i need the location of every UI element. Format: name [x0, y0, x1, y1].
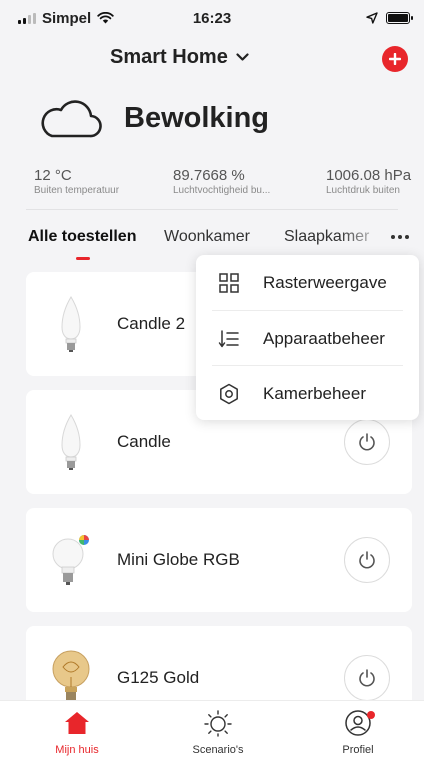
notification-dot [367, 711, 375, 719]
candle-bulb-icon [48, 292, 94, 356]
wifi-icon [97, 12, 114, 24]
home-name: Smart Home [110, 46, 228, 68]
status-left: Simpel [18, 10, 114, 27]
divider [26, 209, 398, 210]
carrier-name: Simpel [42, 9, 92, 27]
home-selector[interactable]: Smart Home [110, 46, 249, 69]
device-name: G125 Gold [117, 668, 200, 687]
tabbar-label: Scenario's [192, 744, 244, 756]
globe-rgb-bulb-icon [48, 528, 94, 592]
menu-item-label: Apparaatbeheer [263, 328, 385, 348]
profile-icon [308, 709, 408, 737]
power-button[interactable] [344, 419, 390, 465]
tabs-fade [340, 224, 386, 254]
chevron-down-icon [236, 53, 249, 61]
stat-label: Luchtdruk buiten [326, 185, 400, 196]
stat-value: 12 °C [34, 167, 72, 184]
stat-temperature: 12 °C Buiten temperatuur [34, 167, 119, 196]
power-icon [359, 433, 375, 451]
device-name: Candle [117, 432, 171, 451]
weather-condition: Bewolking [124, 101, 270, 134]
plus-icon [389, 53, 401, 65]
menu-item-label: Kamerbeheer [263, 383, 367, 403]
power-icon [359, 551, 375, 569]
device-name: Mini Globe RGB [117, 550, 240, 569]
stat-pressure: 1006.08 hPa Luchtdruk buiten [326, 167, 411, 196]
status-bar: Simpel 16:23 [0, 0, 424, 36]
stat-label: Luchtvochtigheid bu... [173, 185, 271, 196]
tabbar-item-mijn-huis[interactable]: Mijn huis [27, 709, 127, 756]
device-card[interactable]: Mini Globe RGB [26, 508, 412, 612]
stat-humidity: 89.7668 % Luchtvochtigheid bu... [173, 167, 270, 196]
header: Smart Home [0, 40, 424, 80]
battery-icon [386, 12, 413, 24]
weather-stats: 12 °C Buiten temperatuur 89.7668 % Lucht… [0, 167, 424, 209]
stat-value: 89.7668 % [173, 167, 245, 184]
active-tab-indicator [76, 257, 90, 260]
tabbar-label: Mijn huis [55, 744, 99, 756]
menu-item-rasterweergave[interactable]: Rasterweergave [196, 255, 419, 310]
tab-woonkamer[interactable]: Woonkamer [164, 228, 250, 246]
options-dropdown-menu: Rasterweergave Apparaatbeheer Kamerbehee… [196, 255, 419, 420]
power-button[interactable] [344, 537, 390, 583]
power-button[interactable] [344, 655, 390, 701]
location-arrow-icon [366, 12, 378, 24]
home-icon [27, 709, 127, 737]
bottom-tab-bar: Mijn huis Scenario's Profiel [0, 700, 424, 757]
sun-icon [168, 709, 268, 737]
menu-item-label: Rasterweergave [263, 272, 387, 292]
tabbar-item-profiel[interactable]: Profiel [308, 709, 408, 756]
settings-icon [220, 383, 238, 405]
menu-item-kamerbeheer[interactable]: Kamerbeheer [196, 366, 419, 421]
sort-list-icon [218, 330, 239, 348]
device-name: Candle 2 [117, 314, 186, 333]
cloud-icon [41, 100, 102, 138]
candle-bulb-icon [48, 410, 94, 474]
stat-label: Buiten temperatuur [34, 185, 120, 196]
tabbar-label: Profiel [342, 744, 374, 756]
power-icon [359, 669, 375, 687]
tabbar-item-scenarios[interactable]: Scenario's [168, 709, 268, 756]
status-right [366, 12, 413, 24]
menu-item-apparaatbeheer[interactable]: Apparaatbeheer [196, 311, 419, 366]
more-options-button[interactable] [386, 226, 414, 248]
grid-icon [219, 273, 239, 293]
signal-icon [18, 12, 36, 24]
stat-value: 1006.08 hPa [326, 167, 412, 184]
weather-summary: Bewolking [38, 98, 269, 138]
tab-alle-toestellen[interactable]: Alle toestellen [28, 228, 136, 246]
add-device-button[interactable] [382, 46, 408, 72]
